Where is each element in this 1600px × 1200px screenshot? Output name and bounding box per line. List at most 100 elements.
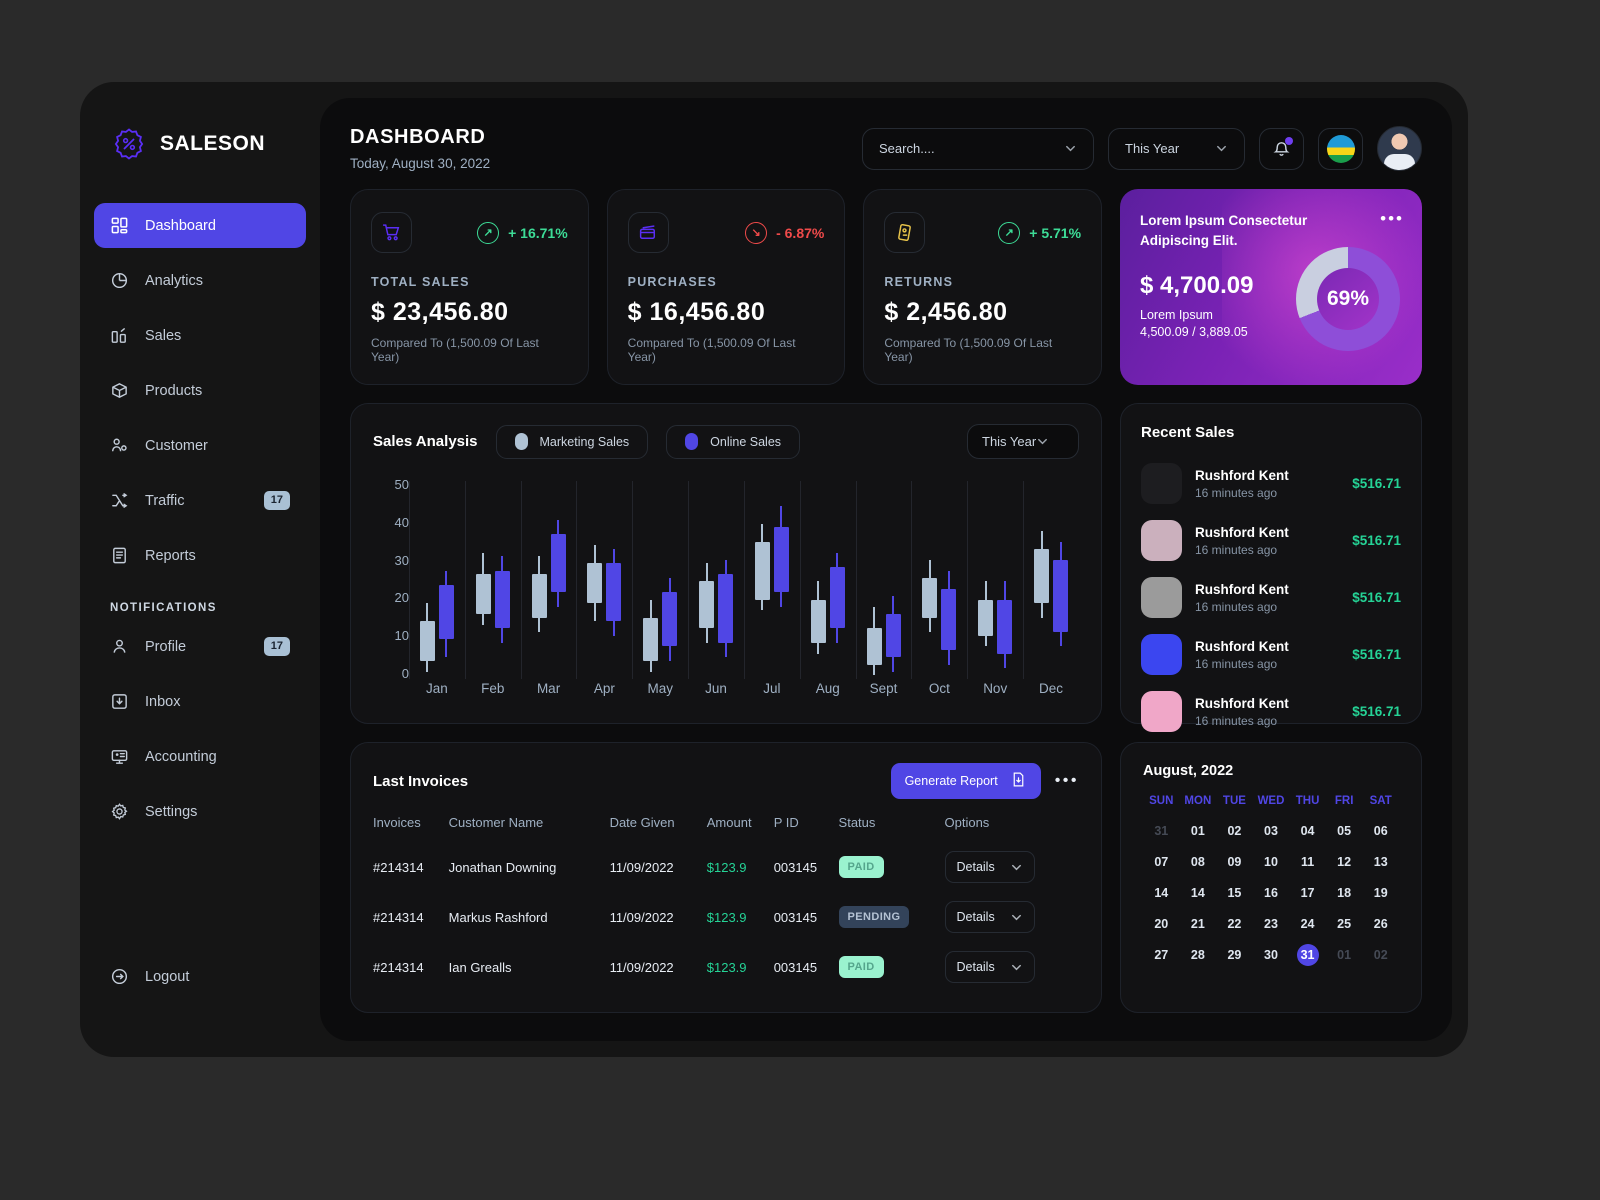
chart-candle-body [773, 527, 789, 593]
calendar-day[interactable]: 19 [1362, 882, 1399, 904]
calendar-day[interactable]: 15 [1216, 882, 1253, 904]
search-input[interactable]: Search.... [862, 127, 1094, 170]
chart-period-select[interactable]: This Year [967, 424, 1079, 459]
stat-delta: ↘ - 6.87% [745, 221, 824, 244]
calendar-day[interactable]: 09 [1216, 851, 1253, 873]
table-column-header: Amount [706, 815, 752, 830]
calendar-day[interactable]: 02 [1362, 944, 1399, 966]
promo-card[interactable]: ••• Lorem Ipsum Consectetur Adipiscing E… [1120, 189, 1423, 385]
calendar-day[interactable]: 06 [1362, 820, 1399, 842]
cell-status: PAID [838, 842, 945, 892]
chart-candle-body [754, 541, 770, 600]
details-button[interactable]: Details [944, 901, 1035, 933]
avatar[interactable] [1377, 126, 1422, 171]
sale-info: Rushford Kent 16 minutes ago [1195, 582, 1339, 614]
calendar-day[interactable]: 27 [1143, 944, 1180, 966]
sidebar-item-products[interactable]: Products [94, 368, 306, 413]
calendar-day[interactable]: 25 [1326, 913, 1363, 935]
details-button[interactable]: Details [944, 851, 1035, 883]
language-flag-button[interactable] [1318, 127, 1363, 170]
brand: SALESON [80, 127, 320, 161]
list-item[interactable]: Rushford Kent 16 minutes ago $516.71 [1141, 512, 1401, 569]
period-select[interactable]: This Year [1108, 127, 1245, 170]
more-dots-icon[interactable]: ••• [1380, 209, 1404, 229]
calendar-day[interactable]: 07 [1143, 851, 1180, 873]
calendar-day-of-week: THU [1295, 795, 1320, 807]
calendar-day[interactable]: 05 [1326, 820, 1363, 842]
chart-period-value: This Year [982, 434, 1037, 449]
calendar-day[interactable]: 21 [1180, 913, 1217, 935]
calendar-day[interactable]: 22 [1216, 913, 1253, 935]
traffic-icon [110, 491, 129, 510]
calendar-day-of-week: MON [1184, 795, 1212, 807]
chevron-down-icon [1011, 964, 1021, 970]
recent-sales-panel: Recent Sales Rushford Kent 16 minutes ago… [1120, 403, 1422, 732]
list-item[interactable]: Rushford Kent 16 minutes ago $516.71 [1141, 683, 1401, 740]
calendar-day[interactable]: 20 [1143, 913, 1180, 935]
chart-candle-body [810, 599, 826, 643]
calendar-day[interactable]: 18 [1326, 882, 1363, 904]
calendar-day[interactable]: 16 [1253, 882, 1290, 904]
table-column-header: Options [944, 815, 990, 830]
calendar-day-selected[interactable]: 31 [1296, 944, 1319, 966]
topbar: DASHBOARD Today, August 30, 2022 Search.… [350, 126, 1422, 171]
calendar-day[interactable]: 28 [1180, 944, 1217, 966]
sidebar-item-dashboard[interactable]: Dashboard [94, 203, 306, 248]
chart-candle-group [967, 473, 1023, 679]
sidebar-item-traffic[interactable]: Traffic 17 [94, 478, 306, 523]
legend-online-sales[interactable]: Online Sales [666, 424, 801, 459]
calendar-day[interactable]: 02 [1216, 820, 1253, 842]
logout-button[interactable]: Logout [94, 954, 205, 999]
calendar-day[interactable]: 31 [1143, 820, 1180, 842]
sidebar-item-accounting[interactable]: Accounting [94, 734, 306, 779]
list-item[interactable]: Rushford Kent 16 minutes ago $516.71 [1141, 626, 1401, 683]
sidebar-item-customer[interactable]: Customer [94, 423, 306, 468]
calendar-day[interactable]: 14 [1143, 882, 1180, 904]
calendar-day[interactable]: 12 [1326, 851, 1363, 873]
sidebar-item-analytics[interactable]: Analytics [94, 258, 306, 303]
calendar-day[interactable]: 26 [1362, 913, 1399, 935]
status-badge: PAID [838, 856, 884, 878]
chart-x-axis: Jan Feb Mar Apr May Jun Jul Aug Sept Oct Nov Dec [409, 681, 1079, 709]
invoices-more-dots-icon[interactable]: ••• [1055, 772, 1079, 790]
calendar-day[interactable]: 11 [1289, 851, 1326, 873]
notifications-button[interactable] [1259, 127, 1304, 170]
calendar-day[interactable]: 10 [1253, 851, 1290, 873]
calendar-day[interactable]: 04 [1289, 820, 1326, 842]
details-button[interactable]: Details [944, 951, 1035, 983]
cell-amount: $123.9 [706, 909, 747, 925]
sidebar-item-sales[interactable]: Sales [94, 313, 306, 358]
sidebar-item-label: Inbox [145, 693, 181, 710]
monitor-user-icon [110, 747, 129, 766]
stat-card-returns: ↗ + 5.71% RETURNS $ 2,456.80 Compared To… [863, 189, 1103, 385]
sidebar-item-reports[interactable]: Reports [94, 533, 306, 578]
sidebar-item-inbox[interactable]: Inbox [94, 679, 306, 724]
stat-sub: Compared To (1,500.09 Of Last Year) [884, 336, 1053, 364]
calendar-day[interactable]: 17 [1289, 882, 1326, 904]
calendar-day[interactable]: 30 [1253, 944, 1290, 966]
calendar-day[interactable]: 29 [1216, 944, 1253, 966]
sidebar-badge-profile: 17 [263, 637, 290, 656]
list-item[interactable]: Rushford Kent 16 minutes ago $516.71 [1141, 569, 1401, 626]
calendar-day[interactable]: 14 [1180, 882, 1217, 904]
table-row: #214314 Markus Rashford 11/09/2022 $123.9 00… [373, 892, 1079, 942]
cell-customer: Ian Grealls [448, 959, 512, 975]
list-item[interactable]: Rushford Kent 16 minutes ago $516.71 [1141, 455, 1401, 512]
promo-donut-chart: 69% [1296, 247, 1401, 351]
chart-candle [1034, 473, 1050, 679]
chart-candle [978, 473, 994, 679]
calendar-day[interactable]: 01 [1326, 944, 1363, 966]
calendar-day[interactable]: 08 [1180, 851, 1217, 873]
stat-value: $ 23,456.80 [371, 298, 509, 326]
calendar-day[interactable]: 23 [1253, 913, 1290, 935]
calendar-day[interactable]: 01 [1180, 820, 1217, 842]
stat-top: ↘ - 6.87% [627, 212, 824, 253]
calendar-day[interactable]: 03 [1253, 820, 1290, 842]
chart-candle-body [606, 563, 622, 622]
sidebar-item-settings[interactable]: Settings [94, 789, 306, 834]
generate-report-button[interactable]: Generate Report [890, 763, 1041, 799]
calendar-day[interactable]: 24 [1289, 913, 1326, 935]
sidebar-item-profile[interactable]: Profile 17 [94, 624, 306, 669]
legend-marketing-sales[interactable]: Marketing Sales [495, 424, 649, 459]
calendar-day[interactable]: 13 [1362, 851, 1399, 873]
